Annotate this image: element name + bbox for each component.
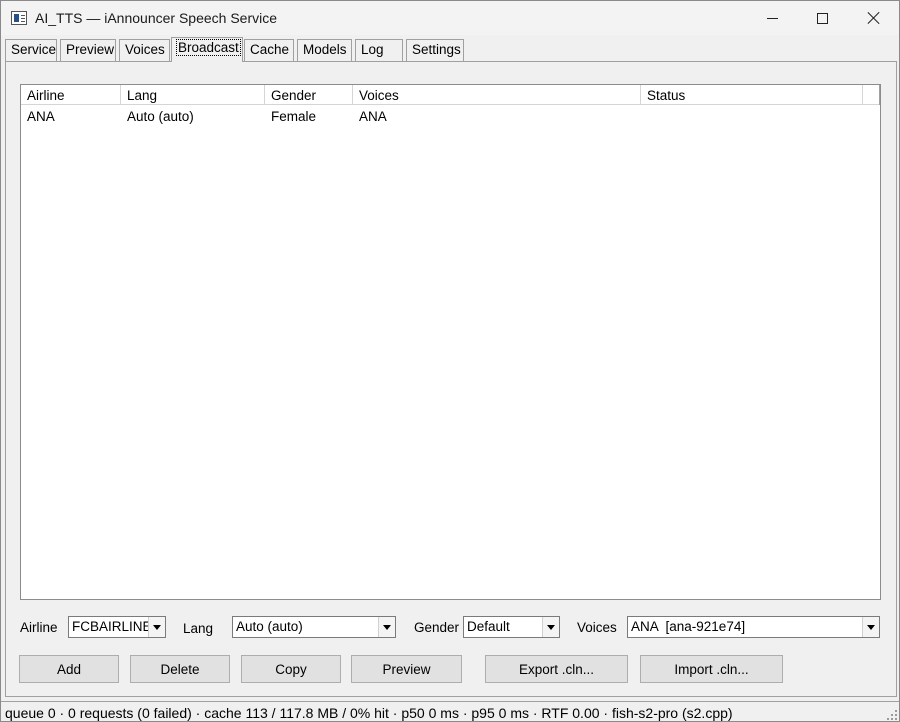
chevron-down-icon[interactable] bbox=[542, 617, 559, 637]
window-title: AI_TTS — iAnnouncer Speech Service bbox=[35, 10, 278, 26]
tab-cache[interactable]: Cache bbox=[244, 39, 294, 61]
minimize-button[interactable] bbox=[749, 1, 795, 35]
voices-label: Voices bbox=[577, 620, 617, 635]
gender-combo-value: Default bbox=[467, 619, 510, 634]
column-header-airline[interactable]: Airline bbox=[21, 85, 121, 105]
resize-grip-icon[interactable] bbox=[885, 708, 897, 720]
table-row[interactable]: ANA Auto (auto) Female ANA bbox=[21, 106, 863, 126]
gender-combo[interactable]: Default bbox=[463, 616, 560, 638]
close-icon bbox=[867, 11, 881, 25]
tab-settings[interactable]: Settings bbox=[406, 39, 464, 61]
column-header-status[interactable]: Status bbox=[641, 85, 863, 105]
tab-label: Cache bbox=[250, 42, 290, 57]
tab-label: Voices bbox=[125, 42, 165, 57]
tab-strip: Service Preview Voices Broadcast Cache M… bbox=[5, 37, 897, 62]
cell-voices: ANA bbox=[359, 109, 387, 124]
delete-button[interactable]: Delete bbox=[130, 655, 230, 683]
maximize-icon bbox=[816, 12, 828, 24]
tab-label: Preview bbox=[66, 42, 115, 57]
lang-combo-value: Auto (auto) bbox=[236, 619, 303, 634]
lang-combo[interactable]: Auto (auto) bbox=[232, 616, 396, 638]
cell-lang: Auto (auto) bbox=[127, 109, 194, 124]
app-icon bbox=[11, 11, 27, 25]
tab-preview[interactable]: Preview bbox=[60, 39, 116, 61]
copy-button[interactable]: Copy bbox=[241, 655, 341, 683]
cell-airline: ANA bbox=[27, 109, 55, 124]
voices-combo[interactable]: ANA [ana-921e74] bbox=[627, 616, 880, 638]
tab-label: Models bbox=[303, 42, 347, 57]
column-header-lang[interactable]: Lang bbox=[121, 85, 265, 105]
cell-status bbox=[641, 106, 863, 126]
airline-label: Airline bbox=[20, 620, 58, 635]
main-window: AI_TTS — iAnnouncer Speech Service Servi… bbox=[0, 0, 900, 722]
tab-log[interactable]: Log bbox=[355, 39, 403, 61]
gender-label: Gender bbox=[414, 620, 460, 635]
import-cln-button[interactable]: Import .cln... bbox=[640, 655, 783, 683]
close-button[interactable] bbox=[851, 1, 897, 35]
maximize-button[interactable] bbox=[799, 1, 845, 35]
column-header-filler bbox=[863, 85, 880, 105]
airline-combo[interactable]: FCBAIRLINE bbox=[68, 616, 166, 638]
airline-combo-value: FCBAIRLINE bbox=[72, 619, 148, 634]
export-cln-button[interactable]: Export .cln... bbox=[485, 655, 628, 683]
broadcast-list[interactable]: Airline Lang Gender Voices Status ANA Au… bbox=[20, 84, 881, 600]
preview-button[interactable]: Preview bbox=[351, 655, 462, 683]
column-header-gender[interactable]: Gender bbox=[265, 85, 353, 105]
chevron-down-icon[interactable] bbox=[148, 617, 165, 637]
voices-combo-value: ANA [ana-921e74] bbox=[631, 619, 746, 634]
list-header: Airline Lang Gender Voices Status bbox=[21, 85, 880, 105]
cell-gender: Female bbox=[271, 109, 317, 124]
tab-service[interactable]: Service bbox=[5, 39, 57, 61]
chevron-down-icon[interactable] bbox=[862, 617, 879, 637]
tab-label: Broadcast bbox=[176, 39, 241, 56]
tab-label: Service bbox=[11, 42, 57, 57]
tab-label: Settings bbox=[412, 42, 461, 57]
chevron-down-icon[interactable] bbox=[378, 617, 395, 637]
status-text: queue 0 · 0 requests (0 failed) · cache … bbox=[5, 705, 733, 721]
minimize-icon bbox=[766, 17, 778, 19]
tab-broadcast[interactable]: Broadcast bbox=[171, 37, 243, 62]
tab-voices[interactable]: Voices bbox=[119, 39, 170, 61]
column-header-voices[interactable]: Voices bbox=[353, 85, 641, 105]
tab-label: Log bbox=[361, 42, 384, 57]
add-button[interactable]: Add bbox=[19, 655, 119, 683]
tab-models[interactable]: Models bbox=[297, 39, 352, 61]
title-bar[interactable]: AI_TTS — iAnnouncer Speech Service bbox=[1, 1, 899, 35]
lang-label: Lang bbox=[183, 621, 214, 636]
status-bar: queue 0 · 0 requests (0 failed) · cache … bbox=[1, 701, 899, 721]
